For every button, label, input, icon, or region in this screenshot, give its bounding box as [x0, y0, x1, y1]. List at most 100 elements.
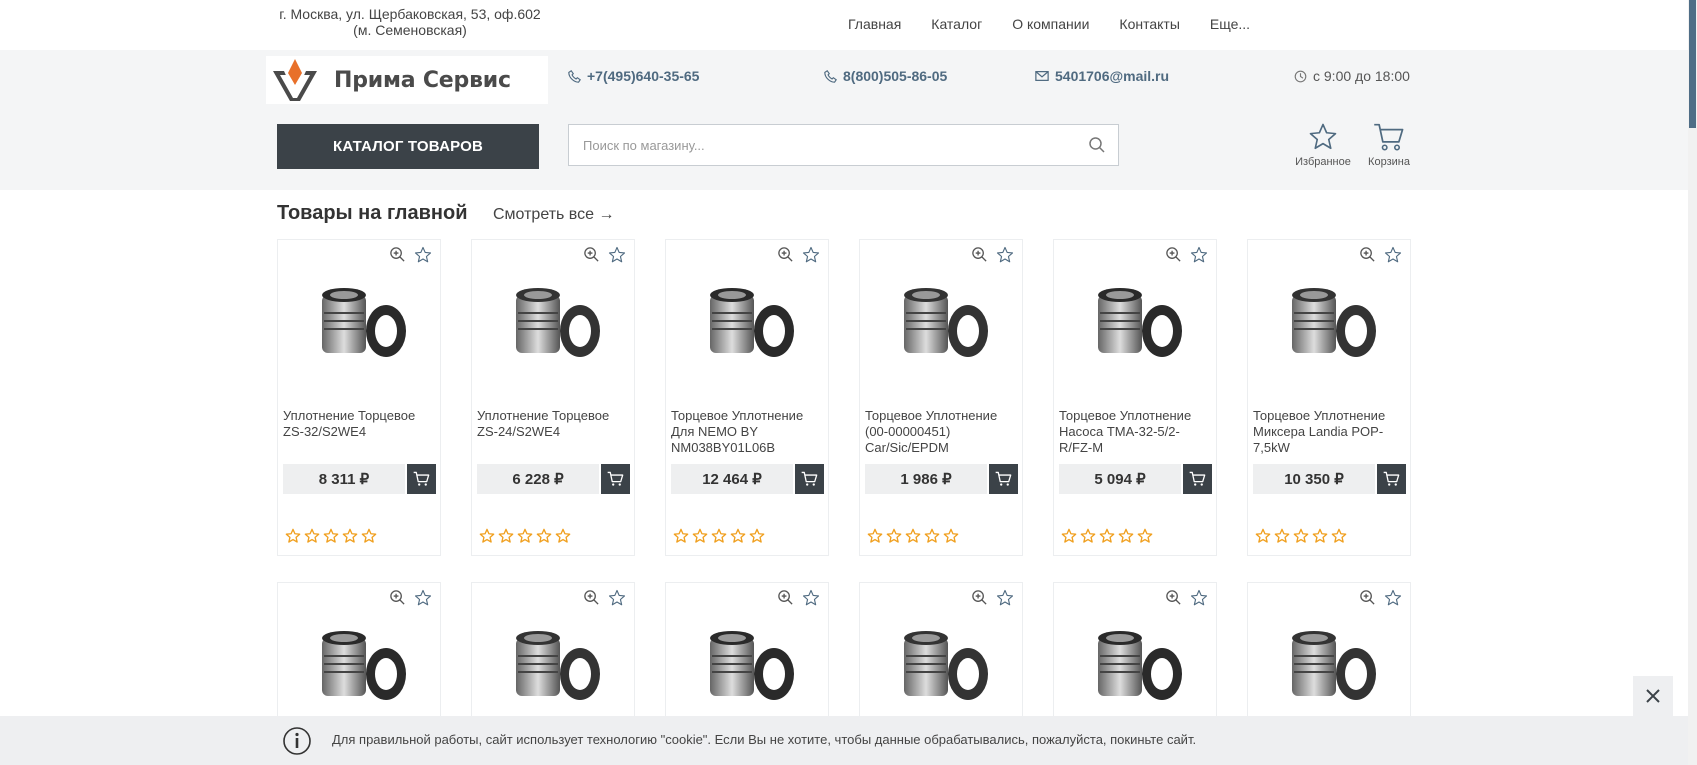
product-image[interactable] — [294, 273, 424, 373]
product-image-wrap[interactable] — [864, 611, 1018, 721]
rating-star-icon[interactable] — [692, 528, 708, 544]
favorite-star-icon[interactable] — [608, 589, 626, 607]
rating-star-icon[interactable] — [498, 528, 514, 544]
product-name[interactable]: Уплотнение Торцевое ZS-24/S2WE4 — [477, 408, 629, 440]
favorite-star-icon[interactable] — [996, 246, 1014, 264]
zoom-in-icon[interactable] — [583, 246, 600, 263]
see-all-link[interactable]: Смотреть все → — [493, 206, 614, 224]
site-logo[interactable]: Прима Сервис — [266, 56, 548, 104]
product-card[interactable]: Торцевое Уплотнение Насоса TMA-32-5/2-R/… — [1053, 239, 1217, 556]
favorite-star-icon[interactable] — [1384, 589, 1402, 607]
zoom-in-icon[interactable] — [971, 246, 988, 263]
rating-star-icon[interactable] — [536, 528, 552, 544]
nav-home[interactable]: Главная — [848, 16, 901, 32]
product-name[interactable]: Торцевое Уплотнение Насоса TMA-32-5/2-R/… — [1059, 408, 1211, 456]
add-to-cart-button[interactable] — [1183, 464, 1212, 494]
product-image-wrap[interactable] — [1058, 611, 1212, 721]
rating-star-icon[interactable] — [517, 528, 533, 544]
rating-stars[interactable] — [285, 528, 377, 544]
rating-star-icon[interactable] — [479, 528, 495, 544]
favorite-star-icon[interactable] — [1190, 246, 1208, 264]
rating-star-icon[interactable] — [342, 528, 358, 544]
rating-star-icon[interactable] — [1099, 528, 1115, 544]
rating-star-icon[interactable] — [673, 528, 689, 544]
add-to-cart-button[interactable] — [407, 464, 436, 494]
rating-stars[interactable] — [1061, 528, 1153, 544]
favorite-star-icon[interactable] — [802, 246, 820, 264]
product-name[interactable]: Торцевое Уплотнение (00-00000451) Car/Si… — [865, 408, 1017, 456]
product-image[interactable] — [1070, 273, 1200, 373]
rating-star-icon[interactable] — [943, 528, 959, 544]
rating-star-icon[interactable] — [1312, 528, 1328, 544]
product-image-wrap[interactable] — [1252, 268, 1406, 378]
product-image[interactable] — [876, 273, 1006, 373]
rating-star-icon[interactable] — [924, 528, 940, 544]
rating-star-icon[interactable] — [886, 528, 902, 544]
rating-star-icon[interactable] — [867, 528, 883, 544]
rating-star-icon[interactable] — [1255, 528, 1271, 544]
favorite-star-icon[interactable] — [414, 589, 432, 607]
product-image[interactable] — [488, 616, 618, 716]
product-card[interactable]: Торцевое Уплотнение (00-00000451) Car/Si… — [859, 239, 1023, 556]
product-image-wrap[interactable] — [476, 611, 630, 721]
nav-contacts[interactable]: Контакты — [1119, 16, 1179, 32]
favorite-star-icon[interactable] — [1190, 589, 1208, 607]
product-image[interactable] — [1070, 616, 1200, 716]
rating-star-icon[interactable] — [323, 528, 339, 544]
rating-star-icon[interactable] — [1118, 528, 1134, 544]
scrollbar-thumb[interactable] — [1689, 0, 1696, 128]
zoom-in-icon[interactable] — [1165, 246, 1182, 263]
email-link[interactable]: 5401706@mail.ru — [1035, 68, 1169, 84]
rating-star-icon[interactable] — [285, 528, 301, 544]
search-icon[interactable] — [1088, 136, 1106, 154]
product-name[interactable]: Уплотнение Торцевое ZS-32/S2WE4 — [283, 408, 435, 440]
nav-catalog[interactable]: Каталог — [931, 16, 982, 32]
rating-star-icon[interactable] — [1137, 528, 1153, 544]
product-card[interactable]: Уплотнение Торцевое ZS-24/S2WE4 6 228 ₽ — [471, 239, 635, 556]
phone-primary[interactable]: +7(495)640-35-65 — [568, 68, 699, 84]
zoom-in-icon[interactable] — [1165, 589, 1182, 606]
rating-star-icon[interactable] — [711, 528, 727, 544]
product-image[interactable] — [1264, 616, 1394, 716]
zoom-in-icon[interactable] — [971, 589, 988, 606]
product-name[interactable]: Торцевое Уплотнение Для NEMO BY NM038BY0… — [671, 408, 823, 456]
favorite-star-icon[interactable] — [802, 589, 820, 607]
rating-stars[interactable] — [673, 528, 765, 544]
cookie-close-button[interactable] — [1633, 676, 1673, 716]
favorite-star-icon[interactable] — [996, 589, 1014, 607]
add-to-cart-button[interactable] — [601, 464, 630, 494]
product-image[interactable] — [1264, 273, 1394, 373]
add-to-cart-button[interactable] — [989, 464, 1018, 494]
rating-star-icon[interactable] — [361, 528, 377, 544]
product-image-wrap[interactable] — [1058, 268, 1212, 378]
zoom-in-icon[interactable] — [777, 246, 794, 263]
product-image[interactable] — [294, 616, 424, 716]
favorite-star-icon[interactable] — [1384, 246, 1402, 264]
product-image-wrap[interactable] — [476, 268, 630, 378]
rating-star-icon[interactable] — [1080, 528, 1096, 544]
add-to-cart-button[interactable] — [1377, 464, 1406, 494]
nav-more[interactable]: Еще... — [1210, 16, 1250, 32]
nav-about[interactable]: О компании — [1012, 16, 1089, 32]
page-scrollbar[interactable] — [1688, 0, 1697, 765]
zoom-in-icon[interactable] — [389, 246, 406, 263]
rating-star-icon[interactable] — [555, 528, 571, 544]
zoom-in-icon[interactable] — [1359, 589, 1376, 606]
rating-stars[interactable] — [479, 528, 571, 544]
search-input[interactable] — [569, 125, 1049, 165]
rating-star-icon[interactable] — [1061, 528, 1077, 544]
product-image-wrap[interactable] — [1252, 611, 1406, 721]
product-name[interactable]: Торцевое Уплотнение Миксера Landia POP-7… — [1253, 408, 1405, 456]
product-image[interactable] — [682, 616, 812, 716]
cart-link[interactable]: Корзина — [1354, 122, 1424, 168]
rating-star-icon[interactable] — [1331, 528, 1347, 544]
rating-star-icon[interactable] — [730, 528, 746, 544]
favorite-star-icon[interactable] — [608, 246, 626, 264]
product-card[interactable]: Торцевое Уплотнение Миксера Landia POP-7… — [1247, 239, 1411, 556]
favorites-link[interactable]: Избранное — [1288, 122, 1358, 168]
product-image-wrap[interactable] — [670, 611, 824, 721]
rating-star-icon[interactable] — [1293, 528, 1309, 544]
zoom-in-icon[interactable] — [1359, 246, 1376, 263]
product-image[interactable] — [876, 616, 1006, 716]
catalog-button[interactable]: КАТАЛОГ ТОВАРОВ — [277, 124, 539, 169]
